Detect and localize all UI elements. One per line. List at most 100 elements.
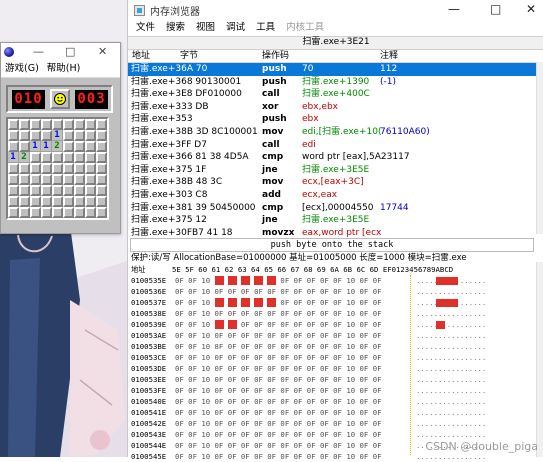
covered-cell[interactable] [74,174,85,185]
disasm-row[interactable]: 扫雷.exe+38B 48 3C mov ecx,[eax+3C] [128,176,543,189]
number-cell[interactable]: 1 [41,141,52,152]
covered-cell[interactable] [85,185,96,196]
covered-cell[interactable] [85,119,96,130]
disassembler-scrollbar[interactable] [536,62,543,234]
covered-cell[interactable] [30,207,41,218]
covered-cell[interactable] [8,130,19,141]
disasm-row[interactable]: 扫雷.exe+3E8 DF010000 call 扫雷.exe+400C [128,88,543,101]
covered-cell[interactable] [96,152,107,163]
covered-cell[interactable] [96,163,107,174]
reset-smiley-button[interactable] [50,89,70,109]
covered-cell[interactable] [74,130,85,141]
disasm-row[interactable]: 扫雷.exe+333 DB xor ebx,ebx [128,101,543,114]
column-address[interactable]: 地址 [132,50,150,62]
covered-cell[interactable] [96,119,107,130]
covered-cell[interactable] [8,163,19,174]
minesweeper-titlebar[interactable]: — □ ✕ [1,43,120,61]
covered-cell[interactable] [63,152,74,163]
disasm-row[interactable]: 扫雷.exe+303 C8 add ecx,eax [128,189,543,202]
disasm-row[interactable]: 扫雷.exe+381 39 50450000 cmp [ecx],00004550 1… [128,202,543,215]
covered-cell[interactable] [63,207,74,218]
covered-cell[interactable] [85,130,96,141]
covered-cell[interactable] [19,119,30,130]
covered-cell[interactable] [74,119,85,130]
covered-cell[interactable] [63,119,74,130]
covered-cell[interactable] [85,163,96,174]
covered-cell[interactable] [63,196,74,207]
covered-cell[interactable] [63,185,74,196]
covered-cell[interactable] [74,141,85,152]
memory-viewer-titlebar[interactable]: 内存浏览器 — □ ✕ [128,0,543,20]
disasm-row[interactable]: 扫雷.exe+38B 3D 8C100001 mov edi,[扫雷.exe+10(… [128,126,543,139]
covered-cell[interactable] [8,207,19,218]
number-cell[interactable]: 2 [19,152,30,163]
covered-cell[interactable] [19,196,30,207]
menu-view[interactable]: 视图 [196,20,215,36]
covered-cell[interactable] [41,130,52,141]
covered-cell[interactable] [52,207,63,218]
maximize-button[interactable]: □ [65,44,75,60]
close-button[interactable]: ✕ [98,44,107,60]
covered-cell[interactable] [63,163,74,174]
number-cell[interactable]: 1 [30,141,41,152]
minimize-button[interactable]: — [448,0,460,18]
covered-cell[interactable] [96,207,107,218]
covered-cell[interactable] [52,163,63,174]
column-bytes[interactable]: 字节 [180,50,198,62]
minimize-button[interactable]: — [33,44,44,60]
covered-cell[interactable] [85,196,96,207]
covered-cell[interactable] [19,130,30,141]
disasm-row[interactable]: 扫雷.exe+3FF D7 call edi [128,139,543,152]
covered-cell[interactable] [85,152,96,163]
covered-cell[interactable] [30,152,41,163]
covered-cell[interactable] [41,163,52,174]
covered-cell[interactable] [52,174,63,185]
covered-cell[interactable] [8,119,19,130]
covered-cell[interactable] [96,141,107,152]
disasm-row[interactable]: 扫雷.exe+368 90130001 push 扫雷.exe+1390 (-1) [128,76,543,89]
covered-cell[interactable] [96,130,107,141]
covered-cell[interactable] [74,163,85,174]
number-cell[interactable]: 1 [8,152,19,163]
covered-cell[interactable] [8,196,19,207]
covered-cell[interactable] [52,185,63,196]
disasm-row[interactable]: 扫雷.exe+375 12 jne 扫雷.exe+3E5E [128,214,543,227]
covered-cell[interactable] [96,174,107,185]
covered-cell[interactable] [41,196,52,207]
covered-cell[interactable] [63,174,74,185]
covered-cell[interactable] [85,141,96,152]
covered-cell[interactable] [96,196,107,207]
covered-cell[interactable] [19,207,30,218]
column-opcode[interactable]: 操作码 [262,50,289,62]
covered-cell[interactable] [74,196,85,207]
menu-kernel-tools[interactable]: 内核工具 [286,20,324,36]
covered-cell[interactable] [41,185,52,196]
menu-debug[interactable]: 调试 [226,20,245,36]
covered-cell[interactable] [8,174,19,185]
menu-file[interactable]: 文件 [136,20,155,36]
covered-cell[interactable] [96,185,107,196]
covered-cell[interactable] [63,141,74,152]
covered-cell[interactable] [30,163,41,174]
covered-cell[interactable] [74,152,85,163]
covered-cell[interactable] [8,185,19,196]
menu-tools[interactable]: 工具 [256,20,275,36]
covered-cell[interactable] [19,174,30,185]
menu-help[interactable]: 帮助(H) [47,61,81,77]
disasm-row[interactable]: 扫雷.exe+36A 70 push 70 112 [128,63,543,76]
menu-search[interactable]: 搜索 [166,20,185,36]
number-cell[interactable]: 1 [52,130,63,141]
covered-cell[interactable] [41,207,52,218]
covered-cell[interactable] [19,141,30,152]
covered-cell[interactable] [52,119,63,130]
covered-cell[interactable] [30,130,41,141]
covered-cell[interactable] [19,163,30,174]
covered-cell[interactable] [74,185,85,196]
close-button[interactable]: ✕ [526,0,536,18]
menu-game[interactable]: 游戏(G) [5,61,39,77]
maximize-button[interactable]: □ [490,0,501,18]
number-cell[interactable]: 2 [52,141,63,152]
covered-cell[interactable] [30,174,41,185]
column-comment[interactable]: 注释 [380,50,398,62]
covered-cell[interactable] [30,119,41,130]
